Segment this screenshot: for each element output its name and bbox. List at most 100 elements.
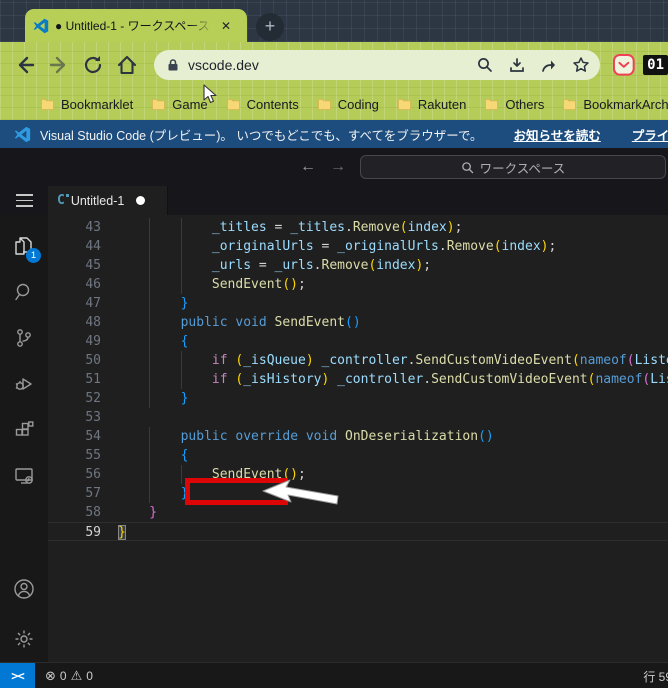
code-line-48[interactable]: 48public void SendEvent() (48, 313, 668, 332)
code-text: _titles = _titles.Remove(index); (118, 218, 668, 237)
code-line-55[interactable]: 55{ (48, 446, 668, 465)
code-line-49[interactable]: 49{ (48, 332, 668, 351)
line-number: 56 (48, 465, 118, 484)
bookmark-folder-others[interactable]: Others (478, 97, 556, 112)
home-icon[interactable] (116, 54, 138, 76)
code-line-43[interactable]: 43_titles = _titles.Remove(index); (48, 218, 668, 237)
line-number: 44 (48, 237, 118, 256)
bookmark-star-icon[interactable] (572, 56, 590, 74)
code-line-57[interactable]: 57} (48, 484, 668, 503)
indent-guide (149, 484, 150, 503)
new-tab-button[interactable]: + (256, 13, 284, 41)
code-line-44[interactable]: 44_originalUrls = _originalUrls.Remove(i… (48, 237, 668, 256)
folder-icon (397, 97, 411, 111)
reload-icon[interactable] (82, 54, 104, 76)
code-line-45[interactable]: 45_urls = _urls.Remove(index); (48, 256, 668, 275)
forward-icon[interactable] (48, 54, 70, 76)
back-icon[interactable] (14, 54, 36, 76)
code-line-59[interactable]: 59} (48, 522, 668, 541)
folder-icon (484, 97, 498, 111)
banner-news-link[interactable]: お知らせを読む (514, 125, 601, 144)
unsaved-dot-icon[interactable] (136, 196, 145, 205)
indent-guide (149, 351, 150, 370)
command-center[interactable]: ワークスペース (360, 155, 666, 179)
download-icon[interactable] (508, 56, 526, 74)
remote-explorer-icon[interactable] (0, 453, 48, 499)
code-text: { (118, 332, 668, 351)
tab-close-icon[interactable]: ✕ (219, 17, 233, 35)
url-bar[interactable]: vscode.dev (154, 50, 600, 80)
bookmark-folder-bookmarkarchive[interactable]: BookmarkArchive (556, 97, 668, 112)
line-number: 45 (48, 256, 118, 275)
share-icon[interactable] (540, 56, 558, 74)
code-line-54[interactable]: 54public override void OnDeserialization… (48, 427, 668, 446)
code-text: } (118, 523, 668, 540)
indent-guide (181, 256, 182, 275)
code-line-52[interactable]: 52} (48, 389, 668, 408)
browser-tab-active[interactable]: ● Untitled-1 - ワークスペース - Visu ✕ (25, 9, 247, 42)
pocket-icon[interactable] (612, 53, 636, 77)
indent-guide (149, 313, 150, 332)
code-line-58[interactable]: 58} (48, 503, 668, 522)
bookmark-folder-rakuten[interactable]: Rakuten (391, 97, 478, 112)
bookmarks-bar: BookmarkletGameContentsCodingRakutenOthe… (0, 88, 668, 120)
line-number: 50 (48, 351, 118, 370)
editor-forward-icon[interactable]: → (330, 158, 346, 176)
remote-indicator[interactable]: >< (0, 663, 35, 688)
code-line-51[interactable]: 51if (_isHistory) _controller.SendCustom… (48, 370, 668, 389)
line-number: 53 (48, 408, 118, 427)
search-view-icon[interactable] (0, 269, 48, 315)
command-center-label: ワークスペース (480, 158, 566, 177)
bookmark-folder-bookmarklet[interactable]: Bookmarklet (34, 97, 145, 112)
line-number: 57 (48, 484, 118, 503)
search-icon[interactable] (476, 56, 494, 74)
code-text: } (118, 484, 668, 503)
folder-icon (226, 97, 240, 111)
code-line-47[interactable]: 47} (48, 294, 668, 313)
line-number: 54 (48, 427, 118, 446)
extensions-icon[interactable] (0, 407, 48, 453)
bookmark-label: Others (505, 97, 544, 112)
code-text: _originalUrls = _originalUrls.Remove(ind… (118, 237, 668, 256)
indent-guide (149, 294, 150, 313)
vscode-titlebar: ← → ワークスペース (0, 148, 668, 186)
editor-back-icon[interactable]: ← (300, 158, 316, 176)
activity-bar: 1 (0, 215, 48, 662)
code-text: public void SendEvent() (118, 313, 668, 332)
folder-icon (562, 97, 576, 111)
bookmark-folder-contents[interactable]: Contents (220, 97, 311, 112)
bookmark-folder-coding[interactable]: Coding (311, 97, 391, 112)
explorer-icon[interactable]: 1 (0, 223, 48, 269)
line-number: 52 (48, 389, 118, 408)
indent-guide (149, 237, 150, 256)
editor-tab-untitled-1[interactable]: C Untitled-1 (48, 186, 168, 215)
bookmark-label: Bookmarklet (61, 97, 133, 112)
code-editor[interactable]: 43_titles = _titles.Remove(index);44_ori… (48, 215, 668, 662)
extension-badge[interactable]: 01 (643, 55, 668, 75)
bookmark-label: Coding (338, 97, 379, 112)
editor-tab-label: Untitled-1 (71, 194, 125, 208)
code-line-46[interactable]: 46SendEvent(); (48, 275, 668, 294)
code-text: public override void OnDeserialization() (118, 427, 668, 446)
error-icon: ⊗ (45, 668, 56, 684)
line-number: 43 (48, 218, 118, 237)
menu-hamburger-icon[interactable] (0, 186, 48, 215)
code-text: } (118, 389, 668, 408)
indent-guide (149, 465, 150, 484)
banner-privacy-link[interactable]: プライバシーとC (632, 125, 668, 144)
line-number: 48 (48, 313, 118, 332)
code-line-50[interactable]: 50if (_isQueue) _controller.SendCustomVi… (48, 351, 668, 370)
indent-guide (149, 389, 150, 408)
indent-guide (181, 218, 182, 237)
code-line-53[interactable]: 53 (48, 408, 668, 427)
run-debug-icon[interactable] (0, 361, 48, 407)
cursor-position-indicator[interactable]: 行 59 (643, 668, 668, 685)
problems-panel-button[interactable]: ⊗ 0 ⚠ 0 (45, 668, 93, 684)
settings-gear-icon[interactable] (0, 616, 48, 662)
account-icon[interactable] (0, 566, 48, 612)
source-control-icon[interactable] (0, 315, 48, 361)
error-count: 0 (60, 669, 67, 683)
mouse-cursor (203, 84, 219, 111)
folder-icon (151, 97, 165, 111)
code-line-56[interactable]: 56SendEvent(); (48, 465, 668, 484)
